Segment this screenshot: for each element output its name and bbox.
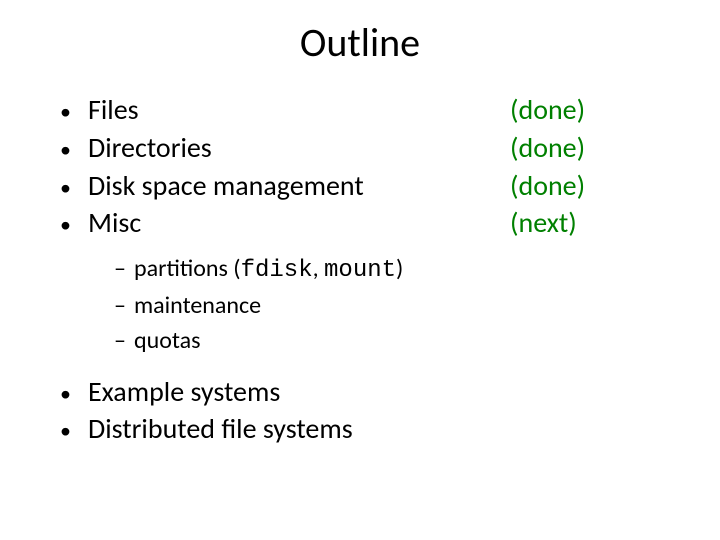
outline-item: • Example systems bbox=[60, 373, 660, 411]
item-label: Files bbox=[88, 91, 510, 129]
item-label: Example systems bbox=[88, 373, 660, 411]
slide: Outline • Files (done) • Directories (do… bbox=[0, 0, 720, 540]
outline-item: • Misc (next) bbox=[60, 204, 660, 242]
bullet-icon: • bbox=[60, 379, 88, 409]
subitems: –partitions (fdisk, mount) –maintenance … bbox=[114, 252, 660, 358]
bullet-icon: • bbox=[60, 173, 88, 203]
item-status: (next) bbox=[510, 204, 660, 242]
item-label: Disk space management bbox=[88, 167, 510, 205]
bullet-icon: • bbox=[60, 416, 88, 446]
bullet-icon: • bbox=[60, 135, 88, 165]
item-label: Misc bbox=[88, 204, 510, 242]
subitem-text: maintenance bbox=[134, 291, 261, 320]
dash-icon: – bbox=[114, 252, 134, 287]
bullet-icon: • bbox=[60, 97, 88, 127]
outline-item: • Directories (done) bbox=[60, 129, 660, 167]
item-label: Directories bbox=[88, 129, 510, 167]
outline-item: • Distributed file systems bbox=[60, 410, 660, 448]
item-label: Distributed file systems bbox=[88, 410, 660, 448]
dash-icon: – bbox=[114, 324, 134, 359]
item-status: (done) bbox=[510, 91, 660, 129]
subitem-text-sep: , bbox=[313, 254, 324, 283]
subitem: –partitions (fdisk, mount) bbox=[114, 252, 660, 289]
item-status: (done) bbox=[510, 167, 660, 205]
subitem-text: quotas bbox=[134, 326, 201, 355]
subitem-command: mount bbox=[324, 257, 396, 284]
item-status: (done) bbox=[510, 129, 660, 167]
bullet-icon: • bbox=[60, 210, 88, 240]
subitem-text-prefix: partitions ( bbox=[134, 254, 241, 283]
slide-title: Outline bbox=[60, 18, 660, 67]
outline-item: • Files (done) bbox=[60, 91, 660, 129]
subitem-command: fdisk bbox=[241, 257, 313, 284]
dash-icon: – bbox=[114, 289, 134, 324]
subitem-text-suffix: ) bbox=[396, 254, 403, 283]
subitem: –maintenance bbox=[114, 289, 660, 324]
subitem: –quotas bbox=[114, 324, 660, 359]
outline-item: • Disk space management (done) bbox=[60, 167, 660, 205]
